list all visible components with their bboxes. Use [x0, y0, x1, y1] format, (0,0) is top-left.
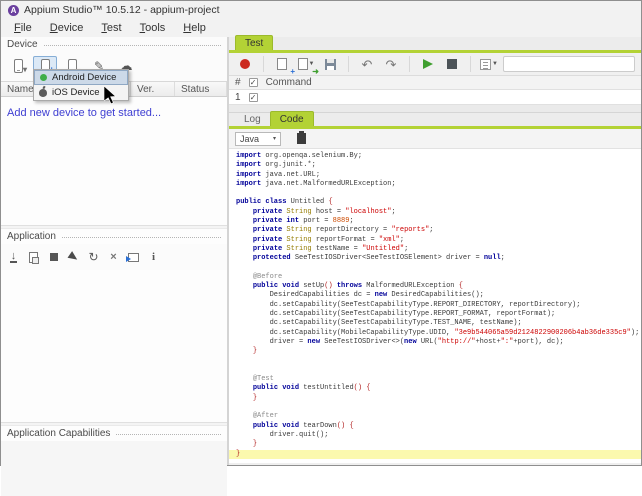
command-row-checkbox[interactable]: ✓: [248, 92, 258, 102]
window-title: Appium Studio™ 10.5.12 - appium-project: [24, 4, 220, 16]
command-column-number: #: [235, 77, 241, 88]
toolbar-separator: [263, 56, 264, 72]
save-test-button[interactable]: [320, 55, 340, 73]
chevron-down-icon: ▼: [492, 61, 498, 67]
menu-item-test[interactable]: Test: [92, 21, 130, 35]
app-info-button[interactable]: i: [144, 248, 163, 266]
language-select[interactable]: Java ▾: [235, 131, 281, 146]
open-app-icon: [29, 251, 39, 264]
toolbar-separator: [348, 56, 349, 72]
stop-icon: [447, 59, 457, 69]
menu-item-device[interactable]: Device: [41, 21, 93, 35]
phone-device-icon: [13, 59, 23, 73]
close-app-icon: ×: [110, 251, 117, 263]
language-select-value: Java: [240, 133, 260, 144]
arrow-badge-icon: ➜: [312, 67, 319, 76]
inspect-app-button[interactable]: [64, 248, 83, 266]
dropdown-item-android-device[interactable]: Android Device: [34, 70, 128, 85]
left-panel: Device ▾ + −: [1, 37, 229, 496]
tab-code[interactable]: Code: [269, 111, 314, 126]
device-panel-background: [1, 104, 227, 465]
record-button[interactable]: [235, 55, 255, 73]
section-divider: [61, 236, 221, 238]
application-toolbar: ↓ ↻ × i: [1, 244, 227, 270]
device-column-status[interactable]: Status: [175, 82, 227, 96]
section-divider: [116, 433, 221, 435]
open-app-button[interactable]: [24, 248, 43, 266]
connect-device-button[interactable]: ▾: [6, 56, 30, 76]
restart-app-button[interactable]: ↻: [84, 248, 103, 266]
app-window: A Appium Studio™ 10.5.12 - appium-projec…: [0, 0, 642, 496]
test-tab-strip: Test: [229, 35, 641, 53]
install-app-button[interactable]: ↓: [4, 248, 23, 266]
phone-badge-icon: ▾: [22, 65, 27, 74]
app-logo-icon: A: [8, 4, 19, 16]
capabilities-section-header: Application Capabilities: [1, 426, 227, 441]
app-info-icon: i: [151, 251, 156, 263]
plus-badge-icon: +: [290, 67, 295, 76]
menu-item-help[interactable]: Help: [174, 21, 215, 35]
device-column-ver[interactable]: Ver.: [131, 82, 175, 96]
title-bar: A Appium Studio™ 10.5.12 - appium-projec…: [1, 1, 641, 19]
options-icon: [480, 58, 492, 70]
section-divider: [43, 44, 221, 46]
redo-button[interactable]: ↷: [381, 55, 401, 73]
tab-test[interactable]: Test: [235, 35, 274, 50]
capabilities-section-title: Application Capabilities: [7, 428, 111, 439]
options-button[interactable]: ▼: [479, 55, 499, 73]
menu-bar: File Device Test Tools Help: [1, 19, 641, 37]
menu-item-tools[interactable]: Tools: [131, 21, 175, 35]
command-table-header: # ✓ Command: [229, 76, 641, 90]
launch-app-icon: [126, 252, 139, 262]
stop-test-button[interactable]: [442, 55, 462, 73]
open-test-icon: [297, 58, 308, 70]
run-test-button[interactable]: [418, 55, 438, 73]
run-icon: [423, 59, 433, 69]
mouse-cursor-icon: [104, 86, 116, 105]
redo-icon: ↷: [385, 56, 397, 72]
launch-app-button[interactable]: [124, 248, 143, 266]
capabilities-body: [1, 441, 227, 496]
record-icon: [240, 59, 250, 69]
new-test-button[interactable]: +: [272, 55, 295, 76]
device-section-title: Device: [7, 39, 38, 50]
undo-icon: ↶: [361, 56, 373, 72]
toolbar-search-input[interactable]: [503, 56, 635, 72]
code-editor[interactable]: import org.openqa.selenium.By; import org…: [229, 148, 641, 463]
android-device-label: Android Device: [52, 72, 117, 83]
toolbar-separator: [409, 56, 410, 72]
capabilities-section: Application Capabilities: [1, 422, 227, 496]
open-test-button[interactable]: ➜ ▼: [296, 55, 319, 76]
command-row-number: 1: [235, 91, 241, 103]
command-column-label: Command: [265, 77, 312, 88]
menu-item-file[interactable]: File: [5, 21, 41, 35]
ios-device-label: iOS Device: [52, 87, 100, 98]
device-section-header: Device: [1, 37, 227, 52]
apple-icon: [39, 88, 47, 97]
log-code-tab-strip: Log Code: [229, 111, 641, 129]
restart-app-icon: ↻: [88, 250, 99, 264]
inspect-app-icon: [67, 251, 80, 263]
chevron-down-icon: ▾: [272, 136, 276, 142]
install-app-icon: ↓: [9, 249, 18, 263]
test-toolbar: + ➜ ▼ ↶ ↷ ▼: [229, 53, 641, 76]
save-icon: [324, 58, 336, 70]
stop-app-icon: [49, 253, 58, 261]
clipboard-icon: [296, 131, 306, 144]
command-row-1[interactable]: 1 ✓: [229, 90, 641, 104]
toolbar-separator: [470, 56, 471, 72]
new-test-icon: [277, 58, 287, 70]
select-all-checkbox[interactable]: ✓: [248, 78, 258, 87]
application-section-header: Application: [1, 229, 227, 244]
copy-code-button[interactable]: [291, 130, 311, 148]
tab-log[interactable]: Log: [235, 112, 270, 126]
close-app-button[interactable]: ×: [104, 248, 123, 266]
undo-button[interactable]: ↶: [357, 55, 377, 73]
code-toolbar: Java ▾: [229, 129, 641, 148]
stop-app-button[interactable]: [44, 248, 63, 266]
android-icon: [40, 74, 47, 81]
test-panel: Test + ➜ ▼ ↶ ↷ ▼ # ✓ Command 1 ✓ Log Cod…: [229, 35, 641, 465]
application-section: Application ↓ ↻ × i: [1, 225, 227, 270]
application-section-title: Application: [7, 231, 56, 242]
